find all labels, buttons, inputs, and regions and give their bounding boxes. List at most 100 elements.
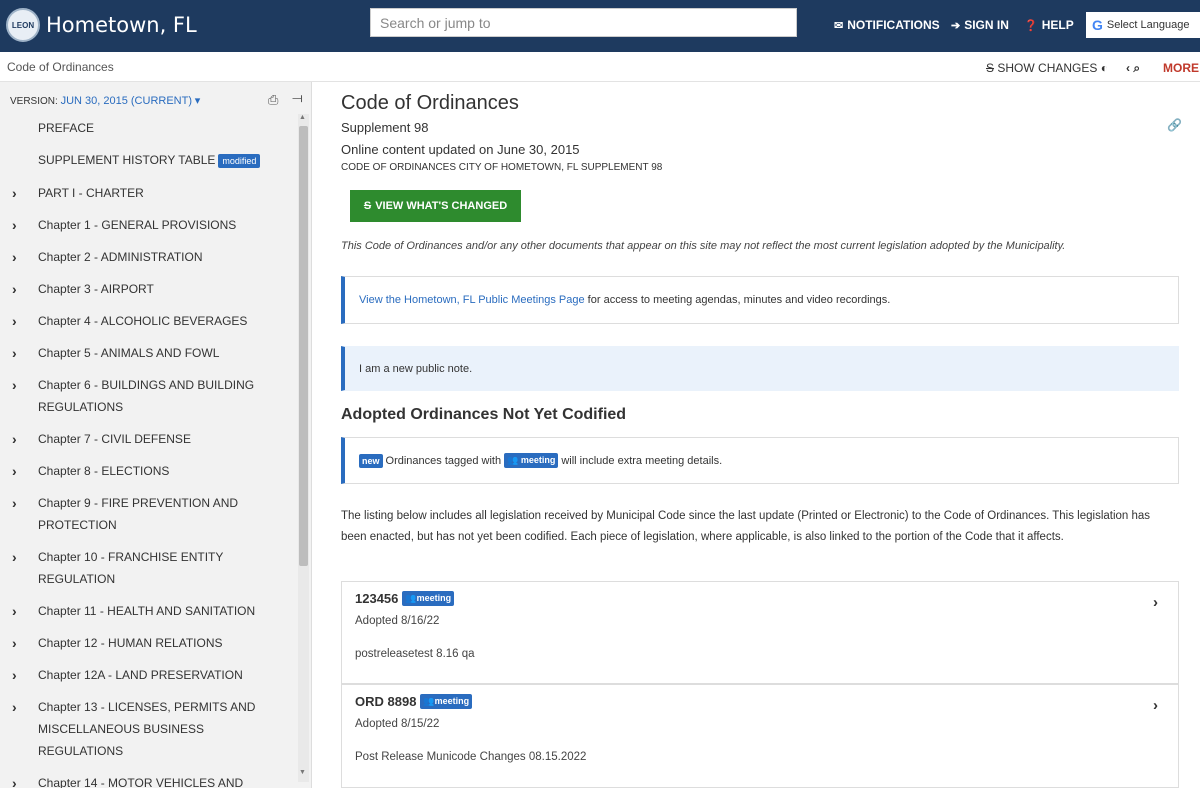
adopted-date: Adopted 8/15/22 xyxy=(355,718,440,730)
toc-item[interactable]: › Chapter 2 - ADMINISTRATION xyxy=(0,241,297,273)
chevron-right-icon[interactable]: › xyxy=(12,246,17,268)
version-value: JUN 30, 2015 (CURRENT) xyxy=(60,95,192,107)
notifications-button[interactable]: ✉ NOTIFICATIONS xyxy=(834,18,940,32)
help-label: HELP xyxy=(1041,18,1074,32)
ordinance-id: 123456 xyxy=(355,591,399,606)
notifications-label: NOTIFICATIONS xyxy=(847,18,940,32)
chevron-right-icon[interactable]: › xyxy=(12,342,17,364)
ordinance-title: ORD 8898 👥meeting xyxy=(355,694,473,709)
new-tag: new xyxy=(359,453,383,468)
chevron-right-icon[interactable]: › xyxy=(12,278,17,300)
modified-badge: modified xyxy=(218,154,261,168)
site-name[interactable]: Hometown, FL xyxy=(46,13,197,37)
chevron-right-icon[interactable]: › xyxy=(12,492,17,514)
toc-item[interactable]: › Chapter 8 - ELECTIONS xyxy=(0,455,297,487)
toc-item-label: Chapter 12A - LAND PRESERVATION xyxy=(38,668,243,682)
chevron-right-icon[interactable]: › xyxy=(12,600,17,622)
chevron-right-icon[interactable]: › xyxy=(12,772,17,788)
ordinance-description: postreleasetest 8.16 qa xyxy=(355,648,475,660)
caret-left-icon: ‹ xyxy=(1126,61,1130,75)
toc-item[interactable]: › Chapter 14 - MOTOR VEHICLES AND TRAFFIC xyxy=(0,767,297,788)
view-changed-button[interactable]: S VIEW WHAT'S CHANGED xyxy=(350,190,521,222)
sign-in-label: SIGN IN xyxy=(964,18,1009,32)
toc-item-label: Chapter 10 - FRANCHISE ENTITY REGULATION xyxy=(38,550,224,586)
caret-down-icon: ▾ xyxy=(194,95,201,107)
toggle-icon: ◐ xyxy=(1100,61,1108,75)
toc-item-label: PART I - CHARTER xyxy=(38,186,144,200)
toc-item[interactable]: › Chapter 13 - LICENSES, PERMITS AND MISC… xyxy=(0,691,297,767)
toc-item-label: Chapter 4 - ALCOHOLIC BEVERAGES xyxy=(38,314,248,328)
search-icon: ⌕ xyxy=(1133,61,1141,75)
scroll-up-icon[interactable]: ▲ xyxy=(299,114,306,121)
scroll-thumb[interactable] xyxy=(299,126,308,566)
toc-item[interactable]: › Chapter 12 - HUMAN RELATIONS xyxy=(0,627,297,659)
print-icon[interactable]: ⎙ xyxy=(268,92,278,108)
people-icon: 👥 xyxy=(423,696,435,706)
ordinance-description: Post Release Municode Changes 08.15.2022 xyxy=(355,751,587,763)
toc-item[interactable]: › Chapter 7 - CIVIL DEFENSE xyxy=(0,423,297,455)
toc-item[interactable]: › PART I - CHARTER xyxy=(0,177,297,209)
language-select[interactable]: G Select Language xyxy=(1086,12,1200,38)
meetings-callout: View the Hometown, FL Public Meetings Pa… xyxy=(341,276,1179,324)
toc-item[interactable]: › Chapter 10 - FRANCHISE ENTITY REGULATIO… xyxy=(0,541,297,595)
toc-item-label: Chapter 2 - ADMINISTRATION xyxy=(38,250,203,264)
toc-item[interactable]: PREFACE xyxy=(0,112,297,144)
ordinance-card[interactable]: ORD 8898 👥meeting Adopted 8/15/22 Post R… xyxy=(341,684,1179,788)
toc-item-label: Chapter 6 - BUILDINGS AND BUILDING REGUL… xyxy=(38,378,255,414)
search-toggle[interactable]: ‹ ⌕ xyxy=(1126,61,1140,76)
meeting-tag-label: meeting xyxy=(416,593,452,603)
toc-item[interactable]: › Chapter 11 - HEALTH AND SANITATION xyxy=(0,595,297,627)
chevron-right-icon[interactable]: › xyxy=(1153,594,1158,611)
people-icon: 👥 xyxy=(405,593,417,603)
chevron-right-icon[interactable]: › xyxy=(12,182,17,204)
search-input[interactable]: Search or jump to xyxy=(370,8,797,37)
toc-item[interactable]: › Chapter 4 - ALCOHOLIC BEVERAGES xyxy=(0,305,297,337)
view-changed-label: VIEW WHAT'S CHANGED xyxy=(375,200,508,212)
help-icon: ❓ xyxy=(1024,19,1038,32)
toc-item[interactable]: › Chapter 6 - BUILDINGS AND BUILDING REGU… xyxy=(0,369,297,423)
toc-item[interactable]: › Chapter 12A - LAND PRESERVATION xyxy=(0,659,297,691)
toc-sidebar: VERSION: JUN 30, 2015 (CURRENT) ▾ ⎙ ⟞ PR… xyxy=(0,82,312,788)
version-label: VERSION: xyxy=(10,96,58,107)
chevron-right-icon[interactable]: › xyxy=(12,460,17,482)
sign-in-button[interactable]: ➔ SIGN IN xyxy=(951,18,1009,32)
chevron-right-icon[interactable]: › xyxy=(1153,697,1158,714)
strikethrough-icon: S xyxy=(986,61,995,75)
show-changes-toggle[interactable]: S SHOW CHANGES ◐ xyxy=(986,61,1108,75)
toc-item[interactable]: › Chapter 5 - ANIMALS AND FOWL xyxy=(0,337,297,369)
chevron-right-icon[interactable]: › xyxy=(12,374,17,396)
ordinance-card[interactable]: 123456 👥meeting Adopted 8/16/22 postrele… xyxy=(341,581,1179,684)
breadcrumb[interactable]: Code of Ordinances xyxy=(7,60,114,74)
chevron-right-icon[interactable]: › xyxy=(12,632,17,654)
sign-in-icon: ➔ xyxy=(951,19,961,32)
toc-item[interactable]: › Chapter 3 - AIRPORT xyxy=(0,273,297,305)
tag-text-1: Ordinances tagged with xyxy=(385,454,502,467)
chevron-right-icon[interactable]: › xyxy=(12,214,17,236)
toc-item[interactable]: SUPPLEMENT HISTORY TABLE modified xyxy=(0,144,297,177)
public-note-text: I am a new public note. xyxy=(359,362,473,375)
link-icon[interactable]: 🔗 xyxy=(1167,118,1182,132)
collapse-icon[interactable]: ⟞ xyxy=(292,90,303,106)
toc-item[interactable]: › Chapter 1 - GENERAL PROVISIONS xyxy=(0,209,297,241)
toc-item[interactable]: › Chapter 9 - FIRE PREVENTION AND PROTECT… xyxy=(0,487,297,541)
sidebar-scrollbar[interactable]: ▲ ▼ xyxy=(298,114,309,782)
public-meetings-link[interactable]: View the Hometown, FL Public Meetings Pa… xyxy=(359,294,585,306)
public-note: I am a new public note. xyxy=(341,346,1179,391)
chevron-right-icon[interactable]: › xyxy=(12,664,17,686)
ordinance-title: 123456 👥meeting xyxy=(355,591,455,606)
city-seal-logo[interactable]: LEON xyxy=(6,8,40,42)
toc-item-label: Chapter 3 - AIRPORT xyxy=(38,282,154,296)
version-selector[interactable]: VERSION: JUN 30, 2015 (CURRENT) ▾ xyxy=(10,94,200,107)
help-button[interactable]: ❓ HELP xyxy=(1024,18,1074,32)
more-button[interactable]: MORE xyxy=(1163,61,1199,75)
toc-item-label: SUPPLEMENT HISTORY TABLE xyxy=(38,153,216,167)
disclaimer-text: This Code of Ordinances and/or any other… xyxy=(341,240,1066,252)
chevron-right-icon[interactable]: › xyxy=(12,546,17,568)
chevron-right-icon[interactable]: › xyxy=(12,310,17,332)
scroll-down-icon[interactable]: ▼ xyxy=(299,769,306,776)
toc-item-label: Chapter 12 - HUMAN RELATIONS xyxy=(38,636,223,650)
show-changes-label: SHOW CHANGES xyxy=(997,61,1098,75)
chevron-right-icon[interactable]: › xyxy=(12,696,17,718)
meeting-tag: 👥meeting xyxy=(420,694,473,709)
chevron-right-icon[interactable]: › xyxy=(12,428,17,450)
